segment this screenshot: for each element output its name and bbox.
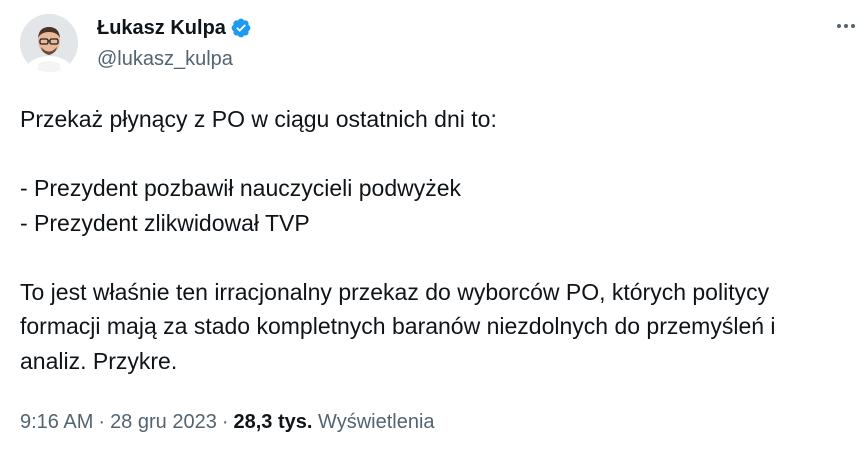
tweet-line: - Prezydent pozbawił nauczycieli podwyże… (20, 175, 462, 201)
author-name-text[interactable]: Łukasz Kulpa (97, 16, 226, 40)
avatar[interactable] (20, 14, 78, 72)
verified-badge-icon[interactable] (230, 17, 252, 39)
tweet-text: Przekaż płynący z PO w ciągu ostatnich d… (20, 102, 866, 378)
author-handle[interactable]: @lukasz_kulpa (97, 47, 233, 71)
meta-separator: · (98, 411, 106, 433)
meta-separator: · (221, 411, 229, 433)
tweet-blank-line (20, 240, 866, 275)
tweet-date[interactable]: 28 gru 2023 (110, 411, 217, 433)
more-dot (851, 24, 855, 28)
views-label[interactable]: Wyświetlenia (318, 411, 435, 433)
more-dot (837, 24, 841, 28)
tweet-time[interactable]: 9:16 AM (20, 411, 93, 433)
tweet-line: To jest właśnie ten irracjonalny przekaz… (20, 278, 770, 305)
views-count[interactable]: 28,3 tys. (234, 411, 313, 433)
author-name[interactable]: Łukasz Kulpa (97, 16, 252, 40)
tweet-line: Przekaż płynący z PO w ciągu ostatnich d… (20, 106, 497, 132)
tweet-blank-line (20, 137, 866, 172)
more-dot (844, 24, 848, 28)
tweet-card: Łukasz Kulpa @lukasz_kulpa Przekaż płyną… (0, 0, 868, 458)
tweet-line: formacji mają za stado kompletnych baran… (20, 313, 776, 339)
tweet-line: analiz. Przykre. (20, 347, 178, 374)
tweet-meta: 9:16 AM · 28 gru 2023 · 28,3 tys. Wyświetlen… (20, 409, 435, 435)
tweet-line: - Prezydent zlikwidował TVP (20, 209, 310, 236)
more-horizontal-icon[interactable] (832, 14, 860, 38)
